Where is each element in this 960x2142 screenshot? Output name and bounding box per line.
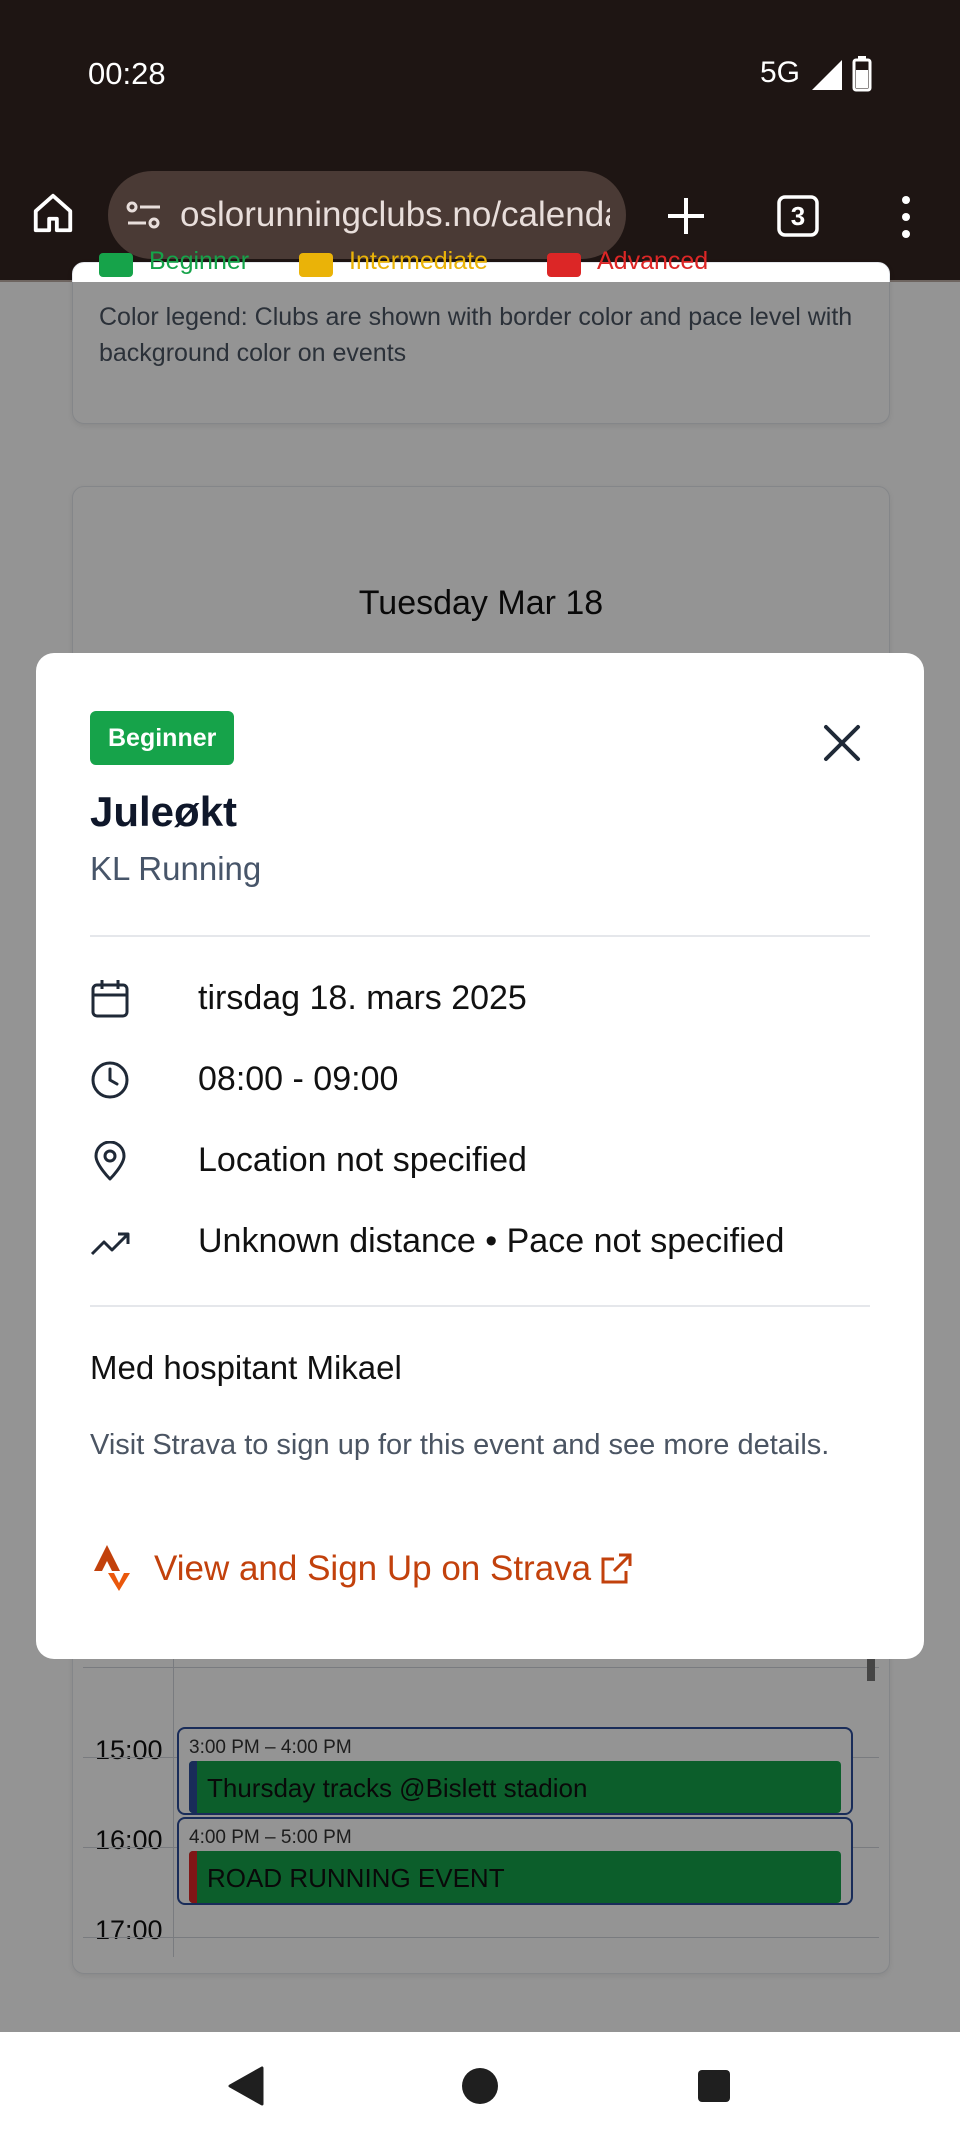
recents-button[interactable] (696, 2068, 732, 2104)
location-row: Location not specified (90, 1137, 870, 1185)
legend-swatch-intermediate (299, 253, 333, 277)
battery-icon (852, 56, 872, 92)
recents-icon (698, 2070, 730, 2102)
close-icon (824, 725, 860, 761)
clock-icon (91, 1061, 129, 1099)
home-button[interactable] (30, 190, 80, 240)
date-row: tirsdag 18. mars 2025 (90, 975, 870, 1023)
legend-label-intermediate: Intermediate (349, 247, 488, 275)
menu-button[interactable] (896, 194, 916, 240)
strava-signup-link[interactable]: View and Sign Up on Strava (90, 1543, 650, 1593)
distance-pace: Unknown distance • Pace not specified (198, 1222, 785, 1260)
trending-up-icon (90, 1232, 130, 1256)
site-settings-button[interactable] (124, 198, 166, 234)
site-settings-icon (126, 201, 160, 229)
system-nav-bar (0, 2032, 960, 2142)
status-time: 00:28 (88, 56, 166, 91)
strava-link-label[interactable]: View and Sign Up on Strava (154, 1549, 591, 1589)
event-details-modal: Beginner Juleøkt KL Running tirsdag 18. … (36, 653, 924, 1659)
home-icon (33, 193, 73, 233)
more-vert-icon (902, 196, 910, 238)
location-pin-icon (94, 1141, 126, 1181)
legend-label-beginner: Beginner (149, 247, 250, 275)
legend-label-advanced: Advanced (597, 247, 709, 275)
status-right: 5G (760, 56, 880, 96)
tab-count: 3 (790, 201, 806, 231)
distance-row: Unknown distance • Pace not specified (90, 1218, 870, 1266)
legend-swatch-beginner (99, 253, 133, 277)
divider (90, 935, 870, 937)
pace-level-badge: Beginner (90, 711, 235, 765)
event-description: Med hospitant Mikael (90, 1349, 402, 1386)
calendar-icon (91, 980, 129, 1018)
home-nav-button[interactable] (460, 2066, 500, 2106)
network-label: 5G (760, 56, 801, 89)
event-date: tirsdag 18. mars 2025 (198, 979, 527, 1017)
plus-icon (668, 198, 704, 234)
status-bar: 00:28 5G (0, 0, 960, 150)
tab-switcher-button[interactable]: 3 (776, 194, 820, 238)
back-icon (228, 2066, 264, 2106)
close-button[interactable] (812, 713, 872, 773)
new-tab-button[interactable] (664, 194, 708, 238)
strava-logo-icon (94, 1545, 130, 1591)
legend-swatch-advanced (547, 253, 581, 277)
external-link-icon (601, 1553, 632, 1584)
event-time: 08:00 - 09:00 (198, 1060, 399, 1098)
club-name: KL Running (90, 850, 262, 887)
divider (90, 1305, 870, 1307)
url-text[interactable]: oslorunningclubs.no/calendar (180, 195, 610, 235)
event-location: Location not specified (198, 1141, 527, 1179)
time-row: 08:00 - 09:00 (90, 1056, 870, 1104)
home-circle-icon (462, 2068, 498, 2104)
strava-info-text: Visit Strava to sign up for this event a… (90, 1429, 830, 1461)
event-title: Juleøkt (90, 788, 238, 835)
back-button[interactable] (226, 2064, 266, 2108)
signal-icon (812, 60, 842, 90)
